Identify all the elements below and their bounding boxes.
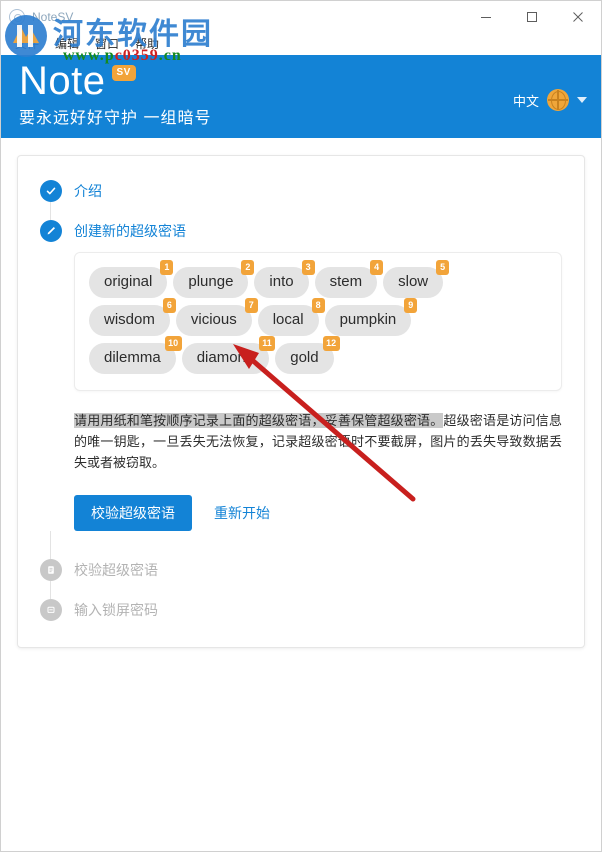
- step-content-create-mnemonic: original 1 plunge 2 into 3 stem 4 slow 5…: [18, 252, 584, 531]
- mnemonic-chip[interactable]: into 3: [254, 260, 315, 298]
- step-actions: 校验超级密语 重新开始: [74, 495, 562, 531]
- mnemonic-word: vicious: [190, 311, 237, 328]
- mnemonic-chip[interactable]: wisdom 6: [89, 298, 176, 336]
- step-bullet-create-mnemonic: [40, 220, 62, 242]
- menu-item-help[interactable]: 帮助: [135, 38, 159, 50]
- restart-link[interactable]: 重新开始: [214, 503, 270, 523]
- window-title: NoteSV: [32, 10, 74, 24]
- mnemonic-index-badge: 7: [244, 298, 258, 313]
- lock-icon: [47, 606, 55, 613]
- step-bullet-verify-mnemonic: [40, 559, 62, 581]
- mnemonic-index-badge: 3: [301, 260, 315, 275]
- step-connector-3: [50, 581, 51, 599]
- mnemonic-row: dilemma 10 diamond 11 gold 12: [89, 336, 547, 374]
- mnemonic-word: plunge: [188, 273, 234, 290]
- maximize-button[interactable]: [509, 1, 555, 33]
- mnemonic-word: original: [104, 273, 153, 290]
- mnemonic-word: slow: [398, 273, 429, 290]
- chevron-down-icon: [577, 97, 587, 103]
- mnemonic-row: original 1 plunge 2 into 3 stem 4 slow 5: [89, 260, 547, 298]
- mnemonic-chip[interactable]: vicious 7: [175, 298, 258, 336]
- step-create-mnemonic[interactable]: 创建新的超级密语: [18, 220, 584, 242]
- language-selector[interactable]: 中文: [513, 89, 587, 111]
- mnemonic-notice: 请用用纸和笔按顺序记录上面的超级密语，妥善保管超级密语。超级密语是访问信息的唯一…: [74, 410, 562, 473]
- mnemonic-word: wisdom: [104, 311, 155, 328]
- mnemonic-index-badge: 5: [436, 260, 450, 275]
- mnemonic-chip[interactable]: original 1: [89, 260, 174, 298]
- step-label-introduction: 介绍: [74, 183, 102, 199]
- step-verify-mnemonic: 校验超级密语: [18, 559, 584, 581]
- pencil-icon: [47, 227, 55, 235]
- mnemonic-chip[interactable]: diamond 11: [181, 336, 276, 374]
- mnemonic-chip[interactable]: gold 12: [275, 336, 340, 374]
- app-header: Note SV 要永远好好守护 一组暗号 中文: [1, 55, 601, 138]
- mnemonic-word: diamond: [196, 349, 255, 366]
- step-bullet-introduction: [40, 180, 62, 202]
- mnemonic-index-badge: 2: [241, 260, 255, 275]
- notice-selected-text: 请用用纸和笔按顺序记录上面的超级密语，妥善保管超级密语。: [74, 413, 444, 428]
- check-icon: [46, 187, 56, 195]
- mnemonic-index-badge: 6: [162, 298, 176, 313]
- mnemonic-word: pumpkin: [339, 311, 397, 328]
- globe-icon: [547, 89, 569, 111]
- menu-item-file[interactable]: 文件: [15, 38, 39, 50]
- mnemonic-word: into: [269, 273, 294, 290]
- menu-item-edit[interactable]: 编辑: [55, 38, 79, 50]
- step-lock-password: 输入锁屏密码: [18, 599, 584, 621]
- step-introduction[interactable]: 介绍: [18, 180, 584, 202]
- document-icon: [48, 566, 54, 574]
- note-app-icon: [9, 9, 25, 25]
- content-area: 介绍 创建新的超级密语 original 1 plunge 2 into 3 s…: [1, 138, 601, 648]
- minimize-button[interactable]: [463, 1, 509, 33]
- menu-item-window[interactable]: 窗口: [95, 38, 119, 50]
- step-connector-2: [50, 531, 51, 559]
- step-connector-1: [50, 202, 51, 220]
- title-bar: NoteSV: [1, 1, 601, 33]
- mnemonic-index-badge: 12: [322, 336, 340, 351]
- mnemonic-index-badge: 1: [160, 260, 174, 275]
- mnemonic-chip[interactable]: slow 5: [383, 260, 450, 298]
- step-label-lock-password: 输入锁屏密码: [74, 602, 158, 618]
- mnemonic-chip[interactable]: stem 4: [314, 260, 384, 298]
- window-controls: [463, 1, 601, 33]
- wizard-panel: 介绍 创建新的超级密语 original 1 plunge 2 into 3 s…: [17, 155, 585, 648]
- mnemonic-word: gold: [290, 349, 319, 366]
- language-label: 中文: [512, 93, 539, 109]
- mnemonic-word: dilemma: [104, 349, 161, 366]
- mnemonic-index-badge: 10: [164, 336, 182, 351]
- mnemonic-row: wisdom 6 vicious 7 local 8 pumpkin 9: [89, 298, 547, 336]
- minimize-icon: [481, 17, 491, 18]
- mnemonic-index-badge: 8: [311, 298, 325, 313]
- brand-name: Note: [19, 59, 106, 103]
- maximize-icon: [527, 12, 537, 22]
- step-bullet-lock-password: [40, 599, 62, 621]
- mnemonic-word: local: [272, 311, 304, 328]
- mnemonic-word: stem: [329, 273, 363, 290]
- verify-mnemonic-button[interactable]: 校验超级密语: [74, 495, 192, 531]
- step-label-verify-mnemonic: 校验超级密语: [74, 562, 158, 578]
- brand-badge: SV: [111, 65, 136, 81]
- mnemonic-index-badge: 4: [370, 260, 384, 275]
- step-label-create-mnemonic: 创建新的超级密语: [74, 223, 186, 239]
- mnemonic-index-badge: 9: [404, 298, 418, 313]
- mnemonic-index-badge: 11: [258, 336, 276, 351]
- mnemonic-chip[interactable]: local 8: [257, 298, 325, 336]
- app-window: NoteSV 文件 编辑 窗口 帮助 Note SV 要永远好好守护 一组暗号 …: [0, 0, 602, 852]
- mnemonic-chip[interactable]: plunge 2: [173, 260, 255, 298]
- mnemonic-word-card: original 1 plunge 2 into 3 stem 4 slow 5…: [74, 252, 562, 391]
- mnemonic-chip[interactable]: dilemma 10: [89, 336, 182, 374]
- menu-bar: 文件 编辑 窗口 帮助: [1, 33, 601, 55]
- close-button[interactable]: [555, 1, 601, 33]
- close-icon: [573, 12, 583, 22]
- mnemonic-chip[interactable]: pumpkin 9: [324, 298, 418, 336]
